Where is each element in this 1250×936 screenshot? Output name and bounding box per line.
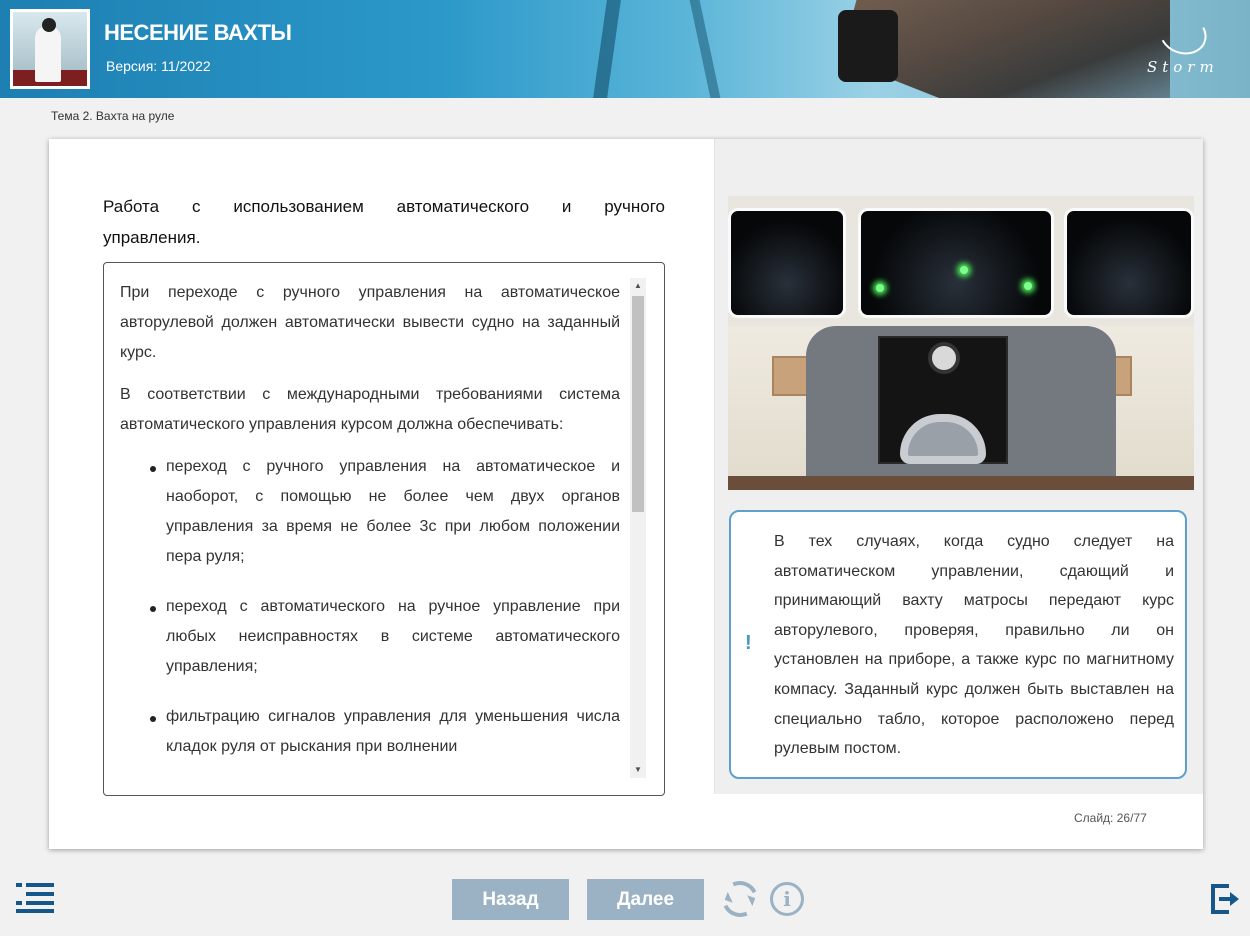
list-item: переход с автоматического на ручное упра… bbox=[150, 592, 620, 682]
heading-word: с bbox=[191, 197, 201, 216]
list-item: фильтрацию сигналов управления для умень… bbox=[150, 702, 620, 762]
slide-card: Работа с использованием автоматического и руч… bbox=[49, 139, 1203, 849]
back-button[interactable]: Назад bbox=[452, 879, 569, 920]
scroll-down-arrow-icon[interactable]: ▼ bbox=[630, 762, 646, 778]
exit-icon[interactable] bbox=[1211, 884, 1239, 914]
scrollable-text-box[interactable]: При переходе с ручного управления на авт… bbox=[103, 262, 665, 796]
header-banner: НЕСЕНИЕ ВАХТЫ Версия: 11/2022 Storm bbox=[0, 0, 1250, 98]
heading-word: ручного bbox=[604, 197, 665, 216]
slide-left-column: Работа с использованием автоматического и руч… bbox=[49, 139, 714, 849]
heading-word: использованием bbox=[233, 197, 364, 216]
heading-word: автоматического bbox=[396, 197, 530, 216]
storm-logo: Storm bbox=[1145, 6, 1225, 84]
banner-window-frame bbox=[689, 0, 721, 98]
text-content: При переходе с ручного управления на авт… bbox=[120, 278, 620, 782]
scroll-thumb[interactable] bbox=[632, 296, 644, 512]
slide-counter: Слайд: 26/77 bbox=[1074, 811, 1147, 825]
reload-icon[interactable] bbox=[716, 875, 764, 923]
slide-right-column: ! В тех случаях, когда судно следует на … bbox=[714, 139, 1203, 794]
banner-window-frame bbox=[593, 0, 621, 98]
course-version: Версия: 11/2022 bbox=[106, 58, 211, 74]
info-icon[interactable]: i bbox=[770, 882, 804, 916]
note-text: В тех случаях, когда судно следует на ав… bbox=[774, 533, 1174, 758]
course-title: НЕСЕНИЕ ВАХТЫ bbox=[104, 20, 292, 45]
heading-word: и bbox=[561, 197, 572, 216]
note-callout: ! В тех случаях, когда судно следует на … bbox=[729, 510, 1187, 779]
banner-binoculars bbox=[838, 10, 898, 82]
requirements-list: переход с ручного управления на автомати… bbox=[150, 452, 620, 762]
course-thumbnail bbox=[10, 9, 90, 89]
list-item: переход с ручного управления на автомати… bbox=[150, 452, 620, 572]
paragraph: В соответствии с международными требован… bbox=[120, 386, 620, 433]
slide-heading: Работа с использованием автоматического и руч… bbox=[103, 191, 665, 253]
paragraph: При переходе с ручного управления на авт… bbox=[120, 284, 620, 361]
menu-icon[interactable] bbox=[16, 883, 54, 913]
scroll-up-arrow-icon[interactable]: ▲ bbox=[630, 278, 646, 294]
heading-word: Работа bbox=[103, 197, 160, 216]
next-button[interactable]: Далее bbox=[587, 879, 704, 920]
autopilot-console-photo bbox=[728, 196, 1194, 490]
scrollbar[interactable]: ▲ ▼ bbox=[630, 278, 646, 778]
exclamation-icon: ! bbox=[745, 632, 752, 654]
breadcrumb: Тема 2. Вахта на руле bbox=[51, 109, 175, 123]
